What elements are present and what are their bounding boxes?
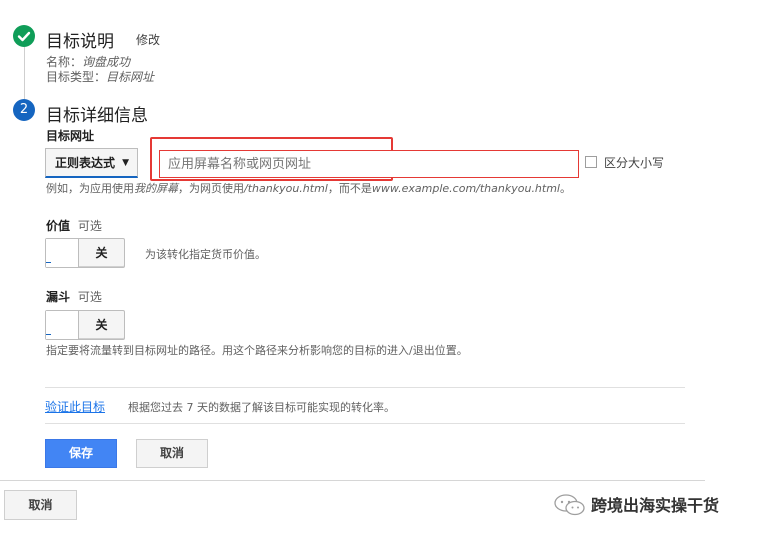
value-toggle[interactable]: 关: [45, 238, 125, 268]
hint-example-path: /thankyou.html: [244, 182, 328, 195]
value-description: 为该转化指定货币价值。: [145, 248, 266, 261]
cancel-button[interactable]: 取消: [136, 439, 208, 468]
funnel-toggle-label: 关: [95, 318, 108, 332]
hint-example-screen: 我的屏幕: [134, 182, 178, 195]
chevron-down-icon: ▼: [122, 158, 129, 168]
hint-example-full-url: www.example.com/thankyou.html: [371, 182, 560, 195]
toggle-knob: [46, 311, 79, 339]
toggle-knob: [46, 239, 79, 267]
step-connector-line: [24, 47, 25, 99]
edit-step1-link[interactable]: 修改: [136, 31, 160, 48]
funnel-toggle[interactable]: 关: [45, 310, 125, 340]
hint-suffix: 。: [560, 182, 571, 195]
step-complete-check-icon: [13, 25, 35, 47]
value-optional-label: 可选: [77, 219, 102, 233]
step1-title: 目标说明: [46, 32, 114, 52]
step2-title: 目标详细信息: [46, 106, 148, 126]
save-button[interactable]: 保存: [45, 439, 117, 468]
destination-url-input[interactable]: [159, 150, 579, 178]
divider-bottom: [45, 423, 685, 424]
divider-top: [45, 387, 685, 388]
goal-type-value: 目标网址: [106, 70, 155, 84]
value-toggle-label: 关: [95, 246, 108, 260]
verify-goal-link[interactable]: 验证此目标: [45, 398, 105, 415]
case-sensitive-checkbox[interactable]: [585, 156, 597, 168]
page-divider: [0, 480, 705, 481]
match-type-dropdown[interactable]: 正则表达式 ▼: [45, 148, 138, 178]
goal-name-value: 询盘成功: [82, 55, 131, 69]
watermark-text: 跨境出海实操干货: [591, 496, 720, 515]
hint-middle2: ，而不是: [327, 182, 372, 195]
destination-url-label: 目标网址: [46, 129, 95, 143]
funnel-optional-label: 可选: [77, 290, 102, 304]
goal-name-label: 名称：: [46, 55, 83, 69]
outer-cancel-button[interactable]: 取消: [4, 490, 77, 520]
wechat-icon: [554, 494, 585, 516]
url-hint-text: 例如，为应用使用我的屏幕，为网页使用/thankyou.html，而不是www.…: [46, 180, 571, 196]
hint-middle: ，为网页使用: [178, 182, 244, 195]
case-sensitive-label: 区分大小写: [604, 156, 665, 170]
verify-description: 根据您过去 7 天的数据了解该目标可能实现的转化率。: [128, 401, 395, 414]
value-section-heading: 价值 可选: [46, 217, 102, 234]
funnel-label: 漏斗: [46, 290, 71, 304]
value-label: 价值: [46, 219, 71, 233]
match-type-value: 正则表达式: [55, 156, 116, 170]
step2-number-badge: 2: [13, 99, 35, 121]
funnel-section-heading: 漏斗 可选: [46, 288, 102, 305]
goal-type-label: 目标类型：: [46, 70, 107, 84]
goal-type-line: 目标类型：目标网址: [46, 68, 154, 85]
funnel-description: 指定要将流量转到目标网址的路径。用这个路径来分析影响您的目标的进入/退出位置。: [46, 344, 468, 357]
hint-prefix: 例如，为应用使用: [46, 182, 134, 195]
